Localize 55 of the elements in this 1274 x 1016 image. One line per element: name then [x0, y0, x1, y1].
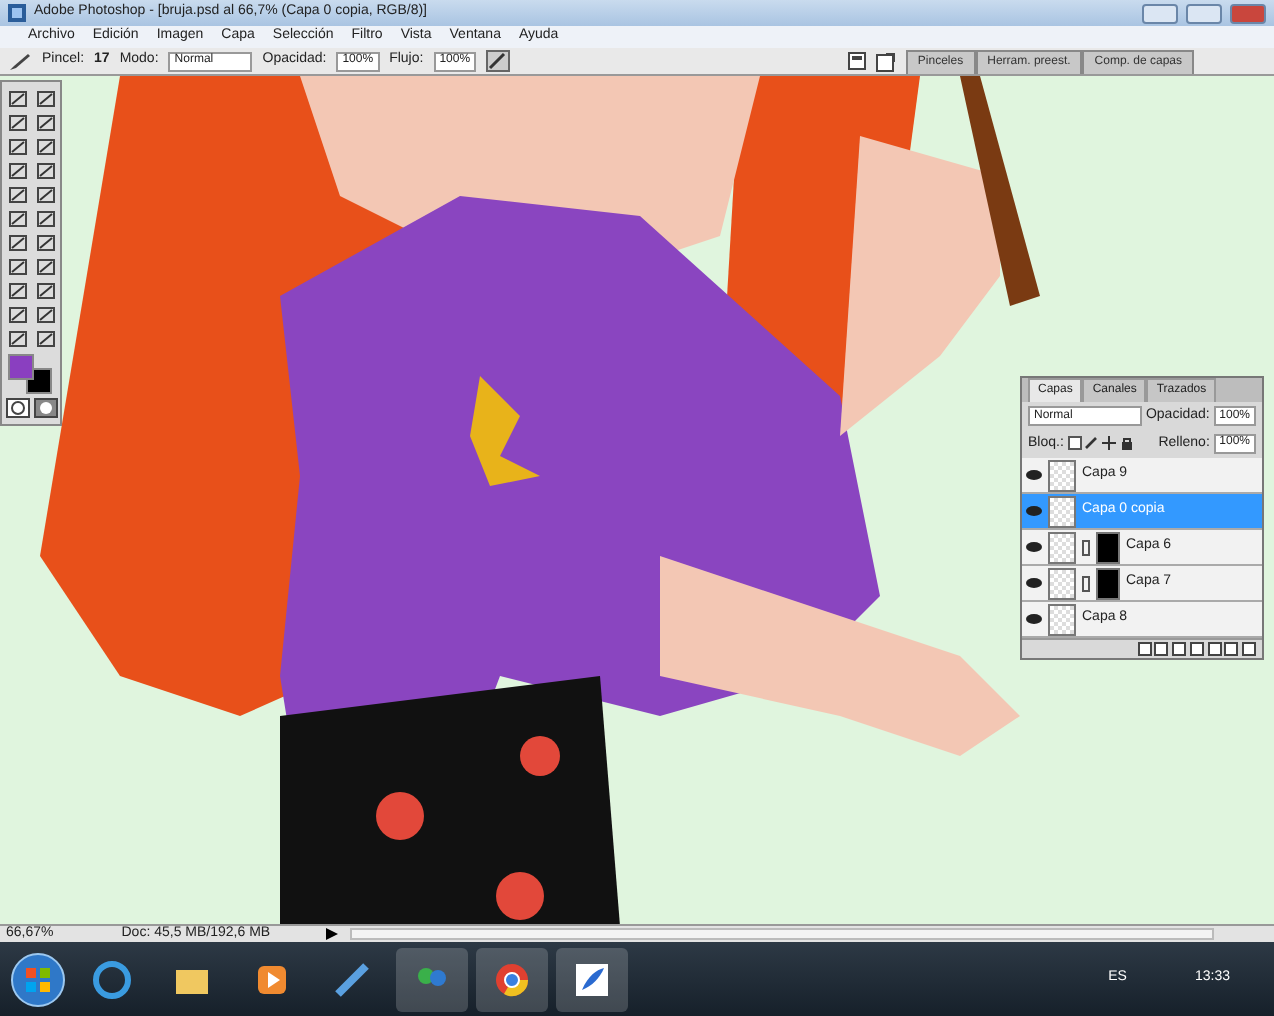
move-icon[interactable]	[1102, 436, 1117, 451]
tool-icon[interactable]	[34, 112, 58, 134]
eye-icon[interactable]	[1026, 542, 1042, 552]
tool-icon[interactable]	[34, 232, 58, 254]
layer-thumbnail	[1048, 495, 1076, 527]
feather-icon[interactable]	[572, 959, 612, 999]
tool-icon[interactable]	[34, 304, 58, 326]
tool-icon[interactable]	[34, 88, 58, 110]
panel-tool-icon[interactable]	[1224, 642, 1239, 656]
horizontal-scrollbar[interactable]	[350, 928, 1214, 940]
airbrush-icon[interactable]	[486, 50, 511, 72]
link-icon	[1082, 539, 1090, 555]
tool-icon[interactable]	[34, 280, 58, 302]
tool-icon[interactable]	[34, 136, 58, 158]
quick-mask-icon[interactable]	[34, 398, 58, 418]
close-button[interactable]	[1230, 3, 1266, 23]
eye-icon[interactable]	[1026, 470, 1042, 480]
palette-icon[interactable]	[847, 52, 866, 70]
layer-thumbnail	[1048, 531, 1076, 563]
lock-transparency-icon[interactable]	[1067, 436, 1082, 451]
tool-icon[interactable]	[34, 328, 58, 350]
layer-thumbnail	[1048, 567, 1076, 599]
photoshop-logo-icon	[8, 4, 26, 22]
eye-icon[interactable]	[1026, 578, 1042, 588]
layer-thumbnail	[1048, 603, 1076, 635]
minimize-button[interactable]	[1142, 3, 1178, 23]
tool-icon[interactable]	[6, 256, 30, 278]
link-icon	[1082, 575, 1090, 591]
app-icon[interactable]	[332, 959, 372, 999]
tool-icon[interactable]	[6, 136, 30, 158]
tool-icon[interactable]	[6, 112, 30, 134]
play-arrow-icon[interactable]	[326, 928, 339, 940]
brush-icon[interactable]	[1084, 436, 1099, 451]
chrome-icon[interactable]	[492, 959, 532, 999]
lock-icon[interactable]	[1119, 436, 1134, 451]
start-button-icon[interactable]	[8, 949, 68, 1009]
tool-icon[interactable]	[6, 160, 30, 182]
foreground-color-swatch[interactable]	[8, 354, 34, 380]
tool-icon[interactable]	[6, 88, 30, 110]
tool-icon[interactable]	[6, 184, 30, 206]
tool-icon[interactable]	[34, 160, 58, 182]
tool-icon[interactable]	[6, 280, 30, 302]
tool-icon[interactable]	[6, 328, 30, 350]
document-icon[interactable]	[875, 51, 896, 71]
standard-mode-icon[interactable]	[6, 398, 30, 418]
tool-icon[interactable]	[6, 208, 30, 230]
tool-icon[interactable]	[34, 208, 58, 230]
tool-icon[interactable]	[34, 256, 58, 278]
layer-thumbnail	[1048, 459, 1076, 491]
eye-icon[interactable]	[1026, 614, 1042, 624]
maximize-button[interactable]	[1186, 3, 1222, 23]
tool-icon[interactable]	[6, 304, 30, 326]
tool-icon[interactable]	[6, 232, 30, 254]
browser-icon[interactable]	[92, 959, 132, 999]
tool-icon[interactable]	[34, 184, 58, 206]
